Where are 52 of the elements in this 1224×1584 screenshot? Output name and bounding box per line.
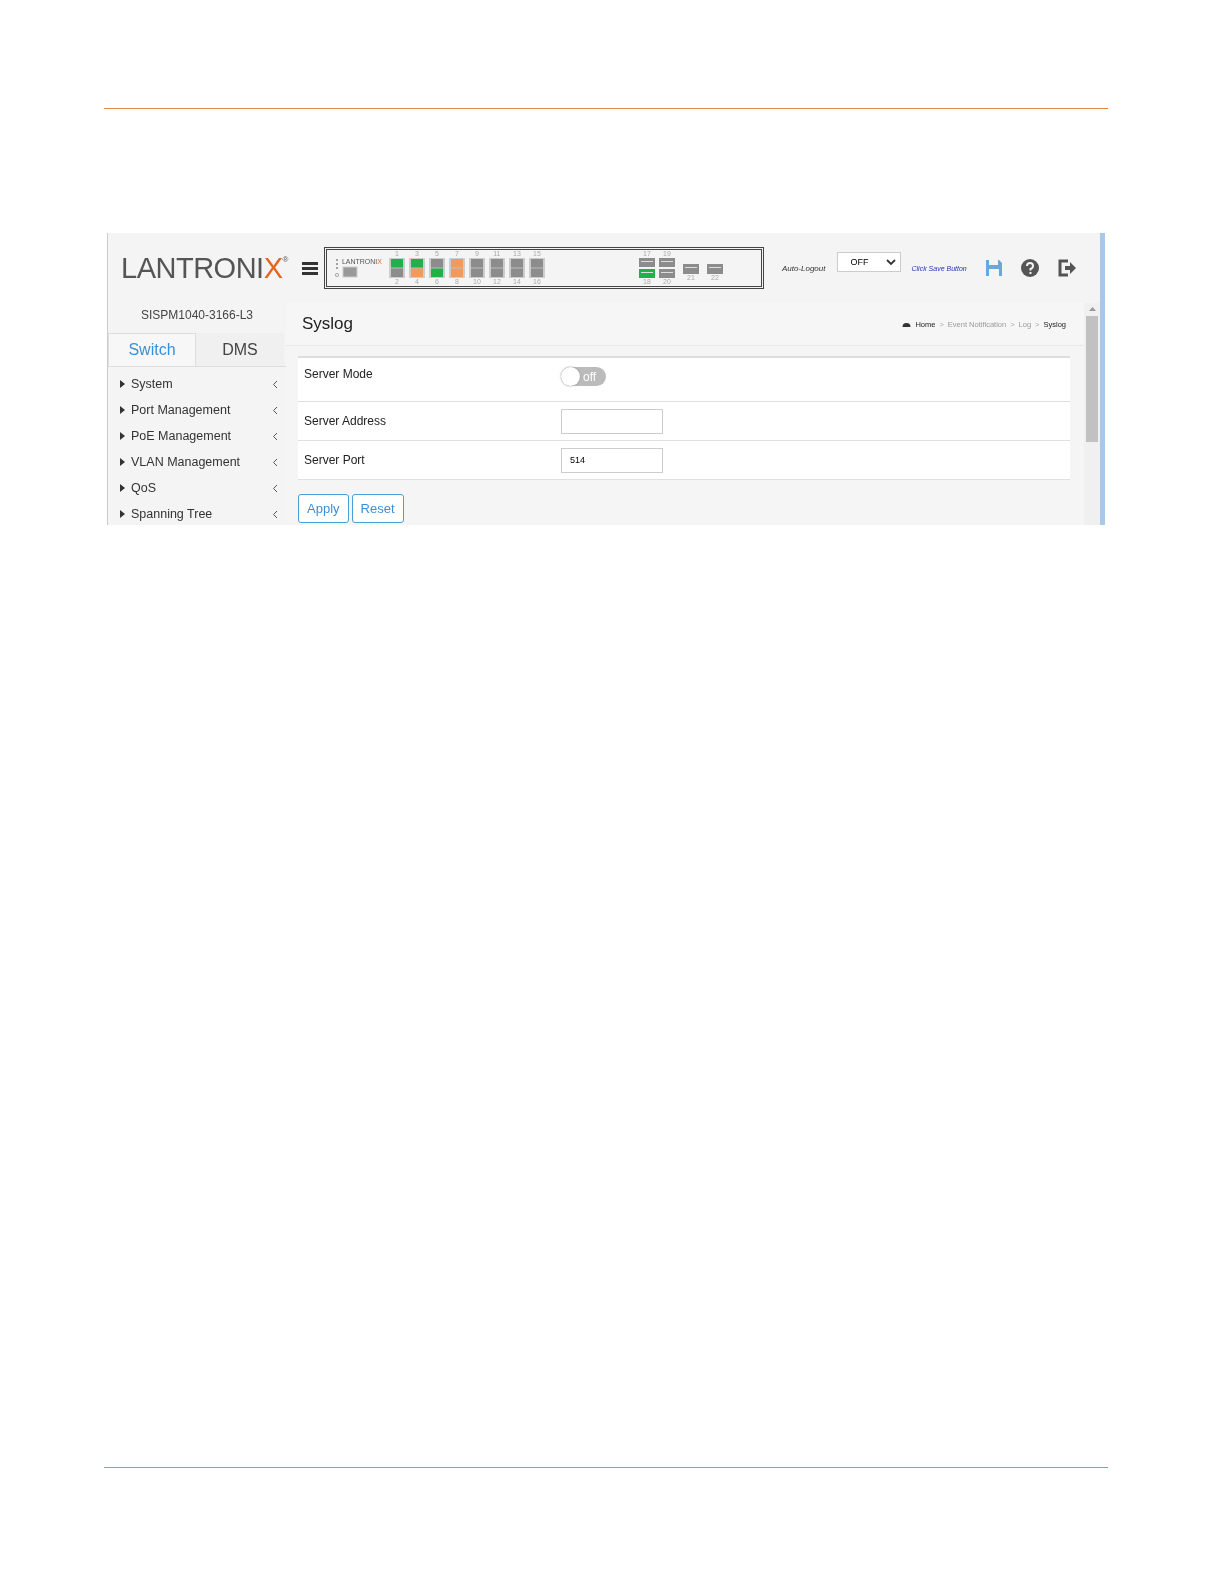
- ethernet-port-icon[interactable]: [508, 258, 525, 278]
- sfp-port-icon[interactable]: [658, 258, 675, 278]
- chevron-left-icon: [272, 509, 278, 519]
- chevron-left-icon: [272, 431, 278, 441]
- sidebar-item[interactable]: Port Management: [131, 403, 266, 417]
- input-field[interactable]: 514: [561, 447, 663, 473]
- input-field[interactable]: [561, 408, 663, 434]
- device-name: SISPM1040-3166-L3: [139, 307, 255, 324]
- form-button[interactable]: Apply: [298, 494, 349, 523]
- ethernet-port-icon[interactable]: [408, 258, 425, 278]
- sidebar-item[interactable]: QoS: [131, 481, 266, 495]
- auto-logout-select[interactable]: OFF: [837, 252, 902, 272]
- caret-right-icon: [120, 432, 125, 440]
- dashboard-icon: [902, 320, 912, 328]
- ethernet-port-icon[interactable]: [448, 258, 465, 278]
- chevron-left-icon: [272, 483, 278, 493]
- ethernet-port-icon[interactable]: [388, 258, 405, 278]
- logout-icon[interactable]: [1056, 259, 1077, 277]
- caret-right-icon: [120, 406, 125, 414]
- console-port-icon: [341, 266, 358, 278]
- field-label: Server Mode: [304, 367, 374, 381]
- sidebar-tab[interactable]: DMS: [196, 333, 284, 366]
- sidebar-item[interactable]: System: [131, 377, 266, 391]
- ethernet-port-icon[interactable]: [428, 258, 445, 278]
- scroll-up-icon[interactable]: [1088, 307, 1096, 311]
- scrollbar[interactable]: [1084, 303, 1100, 525]
- menu-icon[interactable]: [301, 261, 318, 275]
- sfp-port-icon[interactable]: [706, 264, 723, 274]
- sfp-port-icon[interactable]: [682, 264, 699, 274]
- field-label: Server Address: [304, 414, 388, 428]
- sidebar-item[interactable]: PoE Management: [131, 429, 266, 443]
- field-label: Server Port: [304, 453, 366, 467]
- led-indicator-icon: [334, 258, 339, 278]
- caret-right-icon: [120, 380, 125, 388]
- page-title: Syslog: [302, 314, 354, 334]
- ethernet-port-icon[interactable]: [468, 258, 485, 278]
- chevron-left-icon: [272, 379, 278, 389]
- caret-right-icon: [120, 458, 125, 466]
- ethernet-port-icon[interactable]: [528, 258, 545, 278]
- caret-right-icon: [120, 484, 125, 492]
- chevron-left-icon: [272, 457, 278, 467]
- chevron-down-icon: [886, 258, 897, 266]
- chevron-left-icon: [272, 405, 278, 415]
- sfp-port-icon[interactable]: [638, 258, 655, 278]
- ethernet-port-icon[interactable]: [488, 258, 505, 278]
- help-icon[interactable]: [1020, 259, 1039, 277]
- caret-right-icon: [120, 510, 125, 518]
- auto-logout-label: Auto-Logout: [781, 263, 826, 273]
- lantronix-logo: LANTRONIX$^{®}$: [121, 253, 288, 283]
- save-icon[interactable]: [984, 259, 1003, 277]
- sidebar-item[interactable]: Spanning Tree: [131, 507, 266, 521]
- sidebar-item[interactable]: VLAN Management: [131, 455, 266, 469]
